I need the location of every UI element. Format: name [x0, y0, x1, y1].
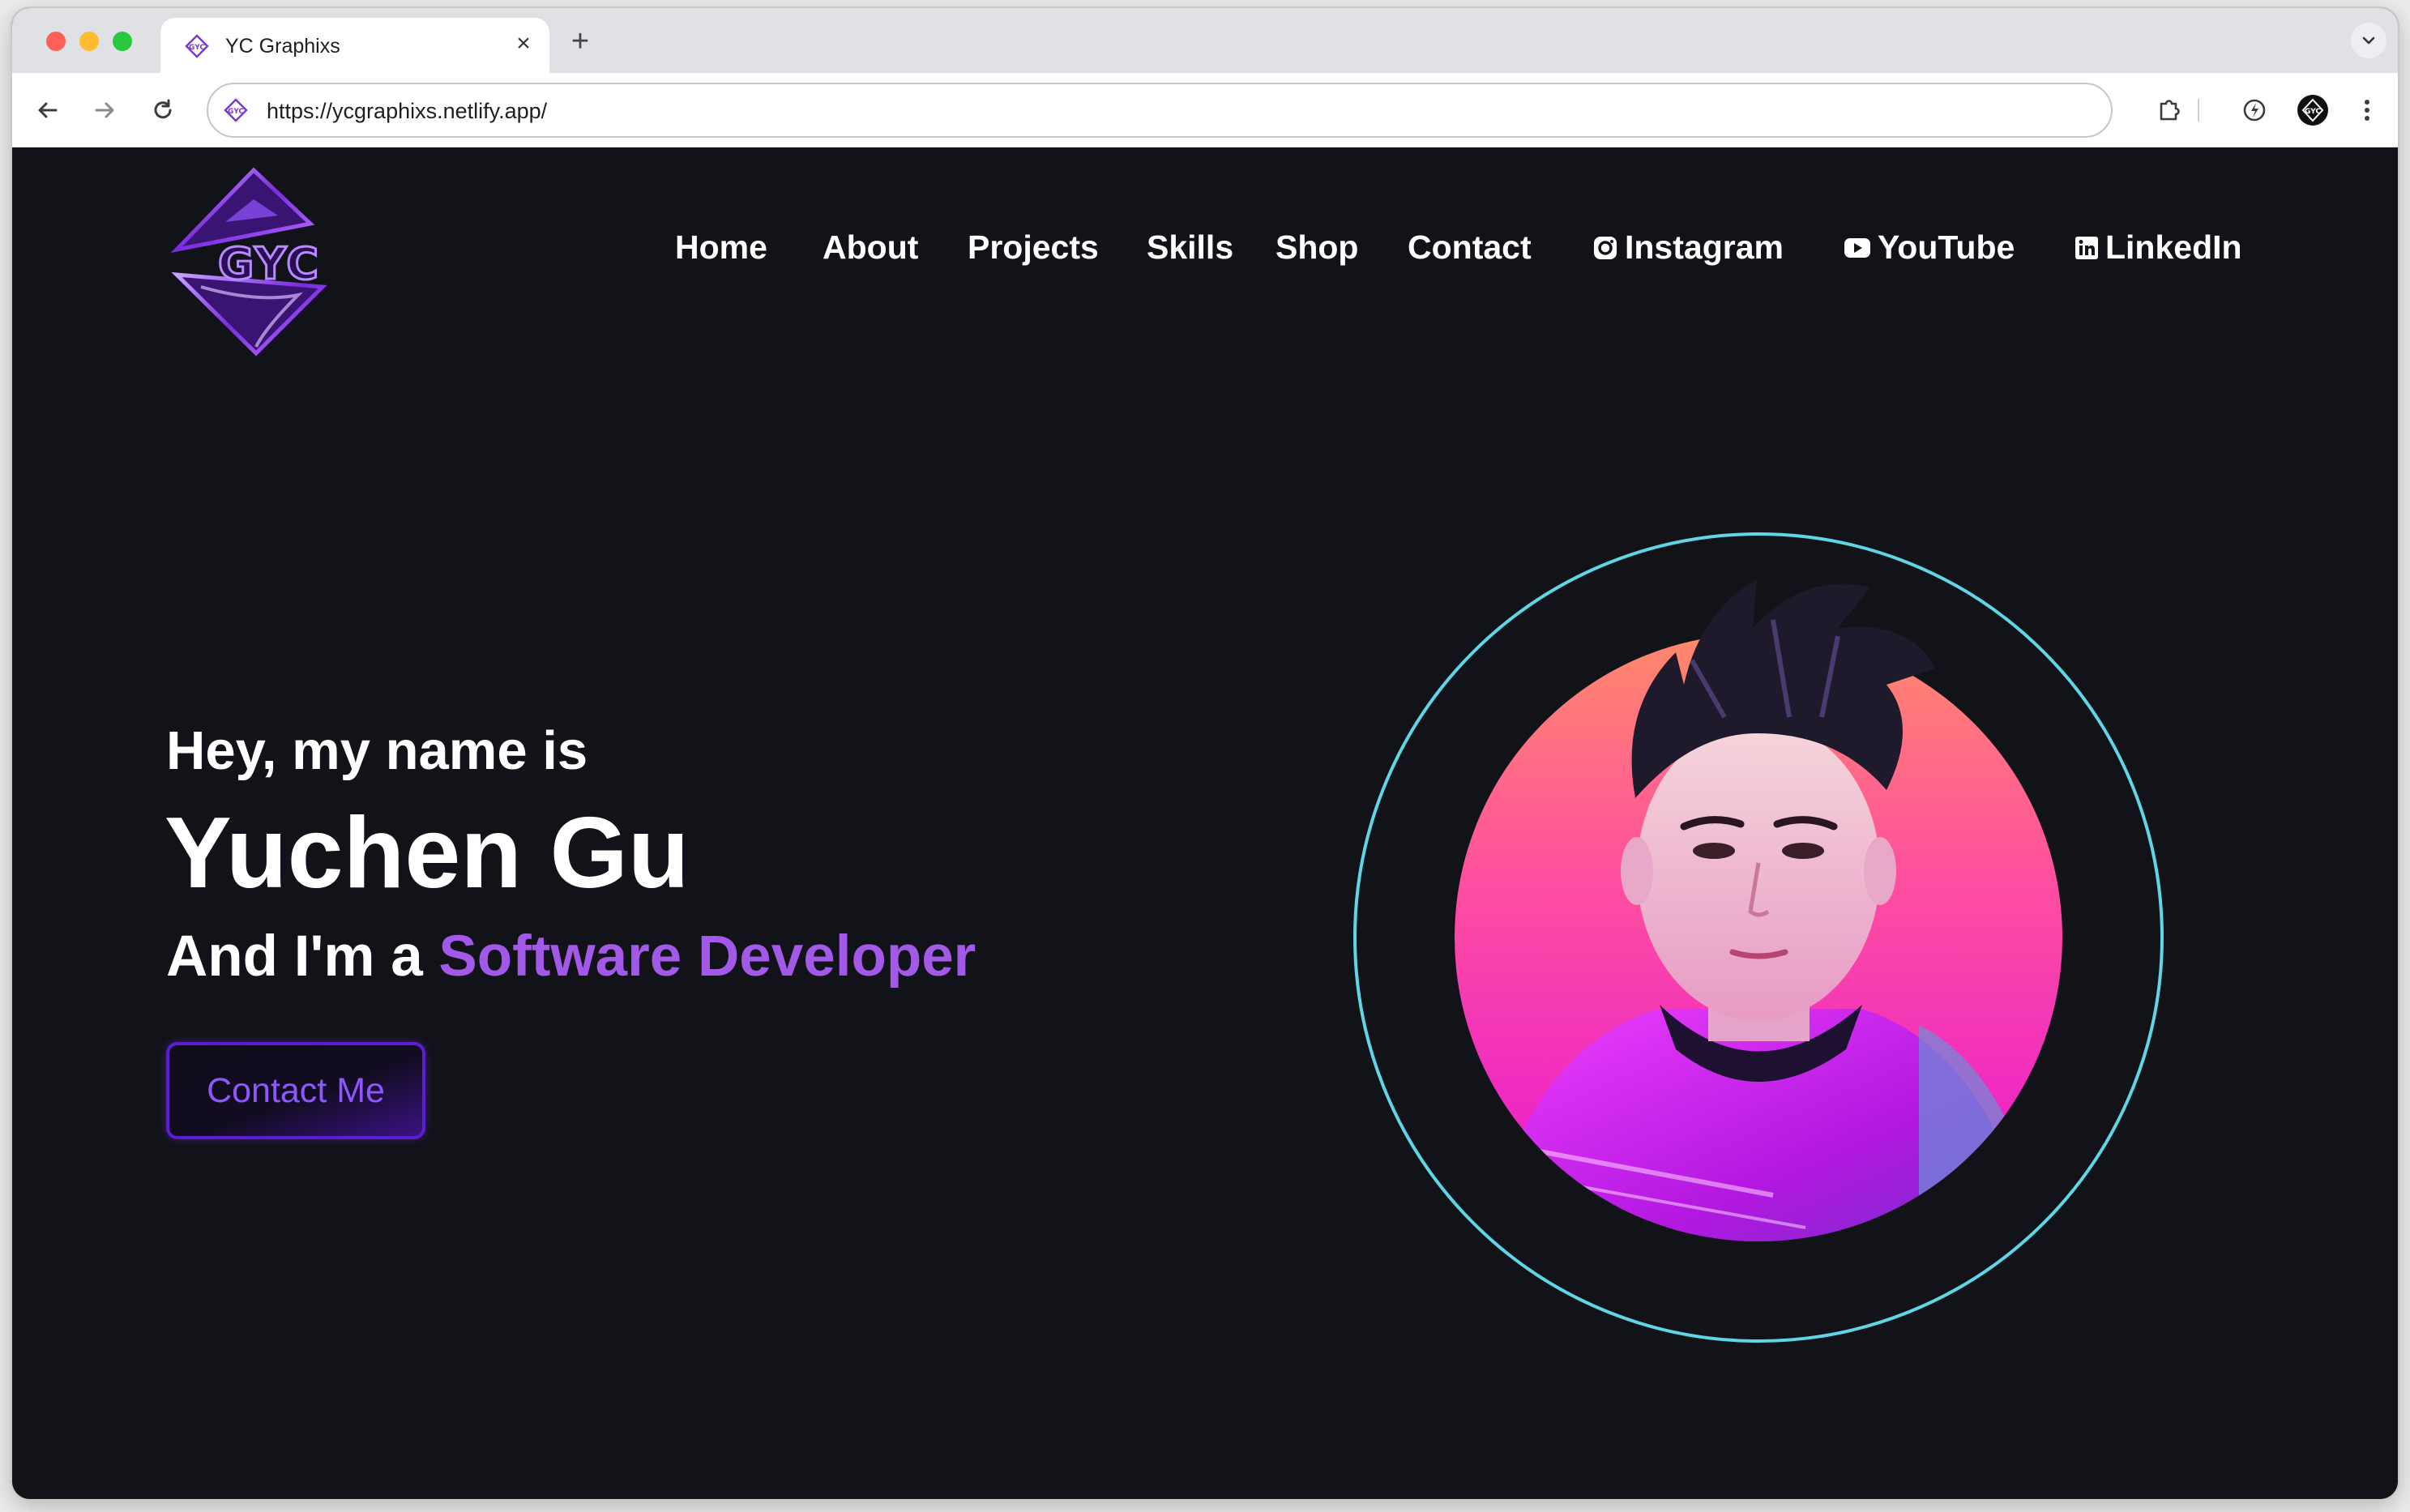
profile-portrait: [1352, 531, 2165, 1344]
forward-arrow-icon[interactable]: [87, 92, 122, 128]
nav-instagram[interactable]: Instagram: [1592, 229, 1784, 267]
svg-text:GYC: GYC: [2305, 108, 2321, 116]
close-window-button[interactable]: [46, 32, 66, 51]
profile-avatar[interactable]: GYC: [2295, 92, 2331, 128]
performance-icon[interactable]: [2237, 92, 2272, 128]
linkedin-icon: [2075, 236, 2099, 260]
svg-text:GYC: GYC: [228, 108, 244, 116]
nav-contact-label: Contact: [1408, 229, 1532, 266]
nav-skills-label: Skills: [1147, 229, 1234, 266]
nav-linkedin-label: LinkedIn: [2105, 229, 2242, 266]
hero-name: Yuchen Gu: [165, 797, 690, 909]
main-nav: Home About Projects Skills Shop Contact …: [12, 229, 2398, 277]
nav-shop-label: Shop: [1276, 229, 1359, 266]
address-bar[interactable]: GYC https://ycgraphixs.netlify.app/: [207, 83, 2113, 138]
instagram-icon: [1592, 235, 1618, 261]
hero-intro: Hey, my name is: [166, 720, 588, 781]
site-info-icon[interactable]: GYC: [223, 97, 249, 123]
browser-toolbar: GYC https://ycgraphixs.netlify.app/ GYC: [12, 73, 2398, 147]
nav-home[interactable]: Home: [675, 229, 767, 267]
site-favicon-icon: GYC: [185, 34, 209, 58]
nav-linkedin[interactable]: LinkedIn: [2075, 229, 2242, 267]
hero-role-prefix: And I'm a: [166, 925, 439, 989]
youtube-icon: [1844, 237, 1871, 258]
tab-title: YC Graphixs: [225, 35, 340, 58]
hero-role-highlight: Software Developer: [438, 925, 976, 989]
nav-skills[interactable]: Skills: [1147, 229, 1233, 267]
browser-menu-icon[interactable]: [2349, 92, 2385, 128]
hero-role: And I'm a Software Developer: [166, 924, 976, 989]
nav-instagram-label: Instagram: [1625, 229, 1784, 266]
tab-search-chevron-icon[interactable]: [2351, 23, 2386, 58]
reload-icon[interactable]: [145, 92, 181, 128]
new-tab-icon[interactable]: +: [565, 26, 596, 57]
svg-text:GYC: GYC: [189, 44, 205, 52]
nav-contact[interactable]: Contact: [1408, 229, 1532, 267]
extensions-puzzle-icon[interactable]: [2151, 92, 2187, 128]
minimize-window-button[interactable]: [79, 32, 99, 51]
nav-about[interactable]: About: [823, 229, 918, 267]
nav-about-label: About: [823, 229, 919, 266]
browser-tab[interactable]: GYC YC Graphixs ×: [160, 18, 549, 73]
nav-youtube[interactable]: YouTube: [1844, 229, 2015, 267]
maximize-window-button[interactable]: [113, 32, 132, 51]
contact-me-button[interactable]: Contact Me: [166, 1042, 425, 1139]
back-arrow-icon[interactable]: [30, 92, 66, 128]
nav-projects[interactable]: Projects: [968, 229, 1099, 267]
toolbar-divider: [2198, 99, 2199, 122]
page-viewport: GYC Home About Projects Skills Shop Cont…: [12, 147, 2398, 1499]
tab-close-icon[interactable]: ×: [509, 29, 538, 58]
nav-home-label: Home: [675, 229, 767, 266]
tab-strip: GYC YC Graphixs × +: [12, 8, 2398, 73]
nav-projects-label: Projects: [968, 229, 1099, 266]
nav-shop[interactable]: Shop: [1276, 229, 1358, 267]
nav-youtube-label: YouTube: [1878, 229, 2015, 266]
browser-window: GYC YC Graphixs × + GYC https://ycgraphi…: [12, 8, 2398, 1499]
url-text[interactable]: https://ycgraphixs.netlify.app/: [267, 99, 547, 124]
